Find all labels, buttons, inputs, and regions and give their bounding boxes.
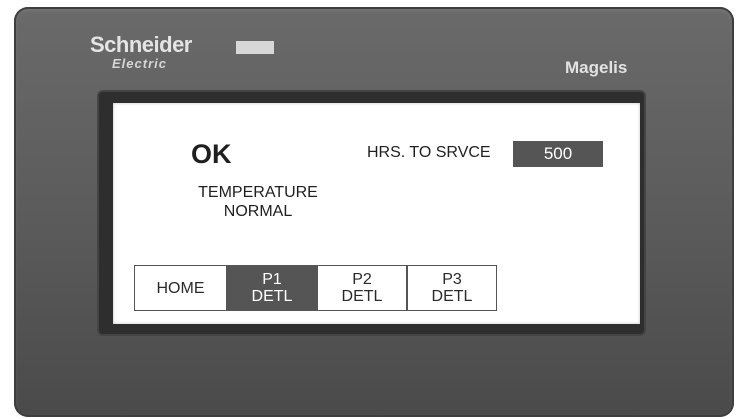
p3-detail-button[interactable]: P3 DETL <box>407 265 497 311</box>
nav-bar: HOME P1 DETL P2 DETL P3 DETL <box>134 265 497 313</box>
home-button[interactable]: HOME <box>134 265 227 311</box>
p1-detail-button[interactable]: P1 DETL <box>227 265 317 311</box>
brand-name: Schneider <box>90 32 192 57</box>
temperature-status: TEMPERATURE NORMAL <box>198 184 318 220</box>
status-state: OK <box>191 139 232 169</box>
hours-to-service-value: 500 <box>513 141 603 167</box>
model-name: Magelis <box>565 58 628 77</box>
brand-logo-icon <box>236 41 274 54</box>
p2-detail-button[interactable]: P2 DETL <box>317 265 407 311</box>
hours-to-service-label: HRS. TO SRVCE <box>367 144 491 161</box>
brand-subtitle: Electric <box>112 56 167 71</box>
hmi-screen: OK TEMPERATURE NORMAL HRS. TO SRVCE 500 … <box>113 103 640 324</box>
